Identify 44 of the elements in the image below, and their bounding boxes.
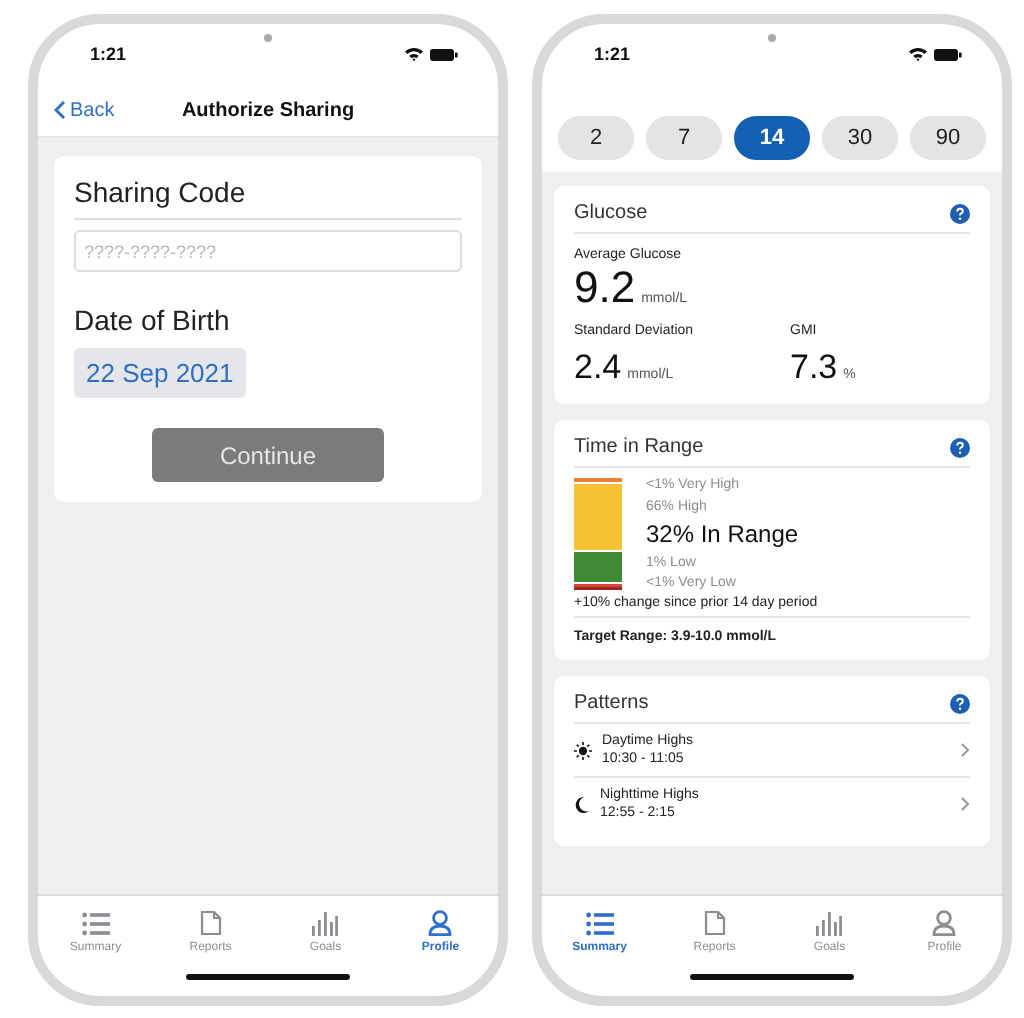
help-icon[interactable] (950, 437, 970, 457)
camera-dot (768, 34, 776, 42)
list-icon (585, 911, 614, 935)
date-picker[interactable]: 22 Sep 2021 (74, 348, 246, 398)
period-pill[interactable]: 90 (910, 116, 986, 160)
document-icon (199, 910, 222, 936)
wifi-icon (908, 46, 928, 62)
period-pill[interactable]: 14 (734, 116, 810, 160)
battery-icon (430, 47, 458, 61)
metric-value: 7.3 (790, 348, 838, 388)
chevron-left-icon (54, 100, 66, 120)
person-icon (932, 910, 957, 936)
help-icon[interactable] (950, 693, 970, 713)
period-pill[interactable]: 30 (822, 116, 898, 160)
card-title: Patterns (574, 692, 649, 714)
field-label: Sharing Code (74, 176, 248, 208)
range-bar-drawing (574, 478, 622, 590)
sun-icon (574, 741, 592, 759)
moon-icon (574, 795, 590, 813)
sharing-code-field[interactable]: ????-????-???? (74, 230, 462, 272)
wifi-icon (404, 46, 424, 62)
card-title: Time in Range (574, 436, 704, 458)
bar-chart-icon (312, 911, 339, 935)
period-pill[interactable]: 7 (646, 116, 722, 160)
camera-dot (264, 34, 272, 42)
chevron-right-icon (960, 796, 970, 812)
field-label: Date of Birth (74, 304, 232, 336)
screen-title: Authorize Sharing (181, 99, 355, 121)
continue-button[interactable]: Continue (152, 428, 384, 482)
card-title: Glucose (574, 202, 648, 224)
chevron-right-icon (960, 742, 970, 758)
metric-value: 2.4 (574, 348, 622, 388)
period-pill[interactable]: 2 (558, 116, 634, 160)
help-icon[interactable] (950, 203, 970, 223)
back-button[interactable]: Back (54, 99, 115, 121)
metric-value: 9.2 (574, 262, 636, 314)
battery-icon (934, 47, 962, 61)
range-label: 32% In Range (646, 520, 799, 548)
status-time: 1:21 (594, 44, 631, 64)
list-icon (81, 911, 110, 935)
document-icon (703, 910, 726, 936)
status-time: 1:21 (90, 44, 127, 64)
person-icon (428, 910, 453, 936)
bar-chart-icon (816, 911, 843, 935)
